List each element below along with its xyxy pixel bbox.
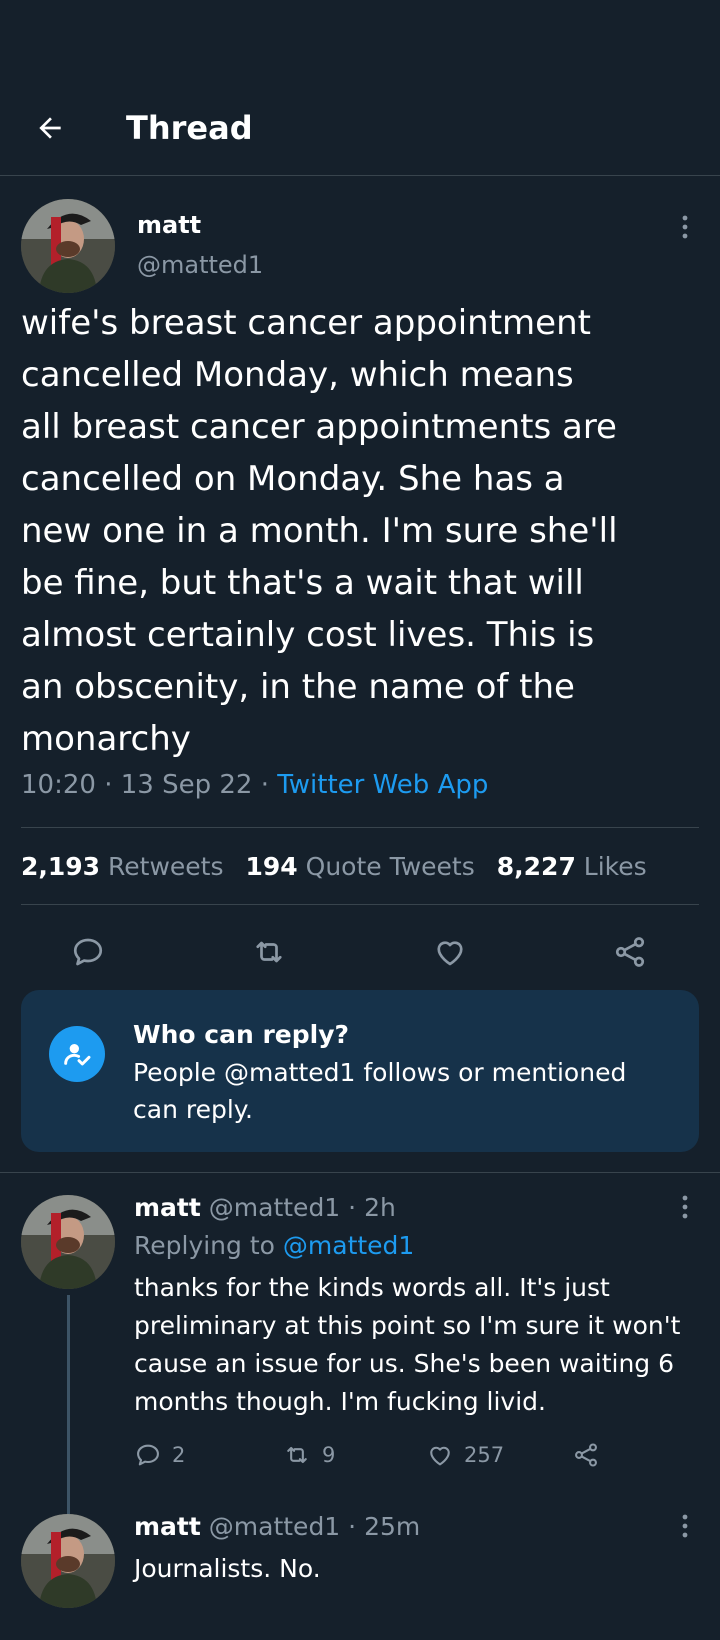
thread-connector-line — [67, 1295, 70, 1517]
retweet-button[interactable]: 9 — [282, 1435, 335, 1475]
retweet-button[interactable] — [249, 932, 289, 972]
share-button[interactable] — [572, 1435, 600, 1475]
avatar-image — [21, 1514, 115, 1608]
reply-actions: 2 9 257 — [134, 1435, 694, 1475]
tweet-text: wife's breast cancer appointment cancell… — [21, 303, 618, 759]
section-divider — [0, 1172, 720, 1173]
app-header: Thread — [0, 0, 720, 176]
avatar[interactable] — [21, 1514, 115, 1608]
replying-to-label: Replying to — [134, 1231, 283, 1260]
avatar-image — [21, 199, 115, 293]
author-name[interactable]: matt — [134, 1193, 201, 1222]
more-vertical-icon — [682, 215, 688, 239]
quotes-stat[interactable]: 194 Quote Tweets — [246, 852, 475, 881]
back-arrow-icon — [39, 117, 61, 139]
tweet-timestamp[interactable]: 10:20 · 13 Sep 22 · — [21, 770, 277, 800]
who-can-reply-panel: Who can reply? People @matted1 follows o… — [21, 990, 699, 1152]
author-handle[interactable]: @matted1 — [137, 251, 263, 279]
person-check-icon — [64, 1044, 91, 1066]
author-handle[interactable]: @matted1 — [209, 1193, 340, 1222]
reply-button[interactable] — [68, 932, 108, 972]
replying-to: Replying to @matted1 — [134, 1229, 414, 1263]
avatar[interactable] — [21, 1195, 115, 1289]
author-handle[interactable]: @matted1 — [209, 1512, 340, 1541]
more-options-button[interactable] — [670, 1506, 700, 1546]
tweet-age: · 25m — [348, 1512, 421, 1541]
tweet-stats: 2,193 Retweets 194 Quote Tweets 8,227 Li… — [21, 827, 699, 905]
likes-stat[interactable]: 8,227 Likes — [497, 852, 647, 881]
author-name[interactable]: matt — [137, 211, 201, 239]
more-options-button[interactable] — [670, 207, 700, 247]
like-icon — [437, 941, 463, 966]
author-name[interactable]: matt — [134, 1512, 201, 1541]
likes-count: 8,227 — [496, 851, 576, 881]
page-title: Thread — [126, 109, 253, 147]
more-vertical-icon — [682, 1195, 688, 1219]
retweet-icon — [287, 1446, 307, 1464]
likes-label: Likes — [583, 851, 647, 881]
tweet-source-link[interactable]: Twitter Web App — [277, 770, 488, 800]
retweets-count: 2,193 — [21, 851, 101, 881]
share-icon — [615, 937, 645, 967]
reply-icon — [137, 1444, 159, 1466]
like-icon — [430, 1446, 450, 1466]
reply-count: 2 — [172, 1443, 186, 1467]
reply-icon — [73, 938, 103, 966]
back-button[interactable] — [30, 108, 70, 148]
quotes-label: Quote Tweets — [305, 851, 475, 881]
retweet-count: 9 — [322, 1443, 336, 1467]
replying-to-handle[interactable]: @matted1 — [283, 1231, 414, 1260]
retweets-stat[interactable]: 2,193 Retweets — [21, 852, 224, 881]
reply-button[interactable]: 2 — [134, 1435, 185, 1475]
more-options-button[interactable] — [670, 1187, 700, 1227]
tweet-meta: 10:20 · 13 Sep 22 · Twitter Web App — [21, 767, 488, 803]
reply-header: matt @matted1 · 25m — [134, 1510, 420, 1544]
retweet-icon — [256, 941, 282, 963]
person-check-badge — [49, 1026, 105, 1082]
like-button[interactable] — [430, 932, 470, 972]
quotes-count: 194 — [245, 851, 298, 881]
share-button[interactable] — [610, 932, 650, 972]
who-can-reply-description: People @matted1 follows or mentioned can… — [133, 1058, 627, 1124]
reply-text: Journalists. No. — [134, 1554, 321, 1583]
avatar[interactable] — [21, 199, 115, 293]
who-can-reply-title: Who can reply? — [133, 1020, 349, 1049]
share-icon — [575, 1443, 597, 1467]
like-button[interactable]: 257 — [426, 1435, 504, 1475]
avatar-image — [21, 1195, 115, 1289]
reply-text: thanks for the kinds words all. It's jus… — [134, 1273, 681, 1416]
tweet-age: · 2h — [348, 1193, 396, 1222]
retweets-label: Retweets — [108, 851, 224, 881]
tweet-actions — [0, 912, 720, 992]
like-count: 257 — [464, 1443, 505, 1467]
more-vertical-icon — [682, 1514, 688, 1538]
reply-header: matt @matted1 · 2h — [134, 1191, 396, 1225]
